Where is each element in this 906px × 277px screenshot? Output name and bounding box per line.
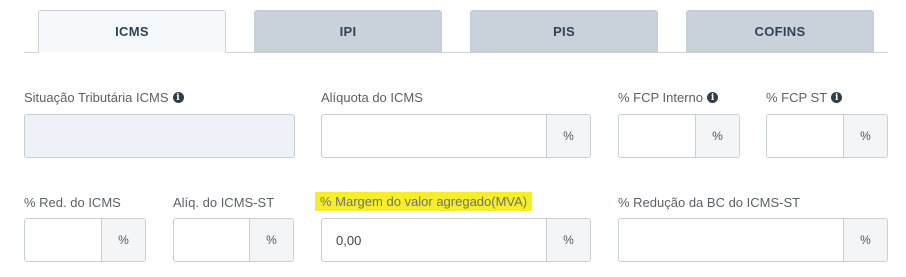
fcp-interno-field[interactable]: % — [618, 114, 740, 158]
situacao-input[interactable] — [25, 115, 294, 157]
percent-addon: % — [546, 115, 590, 157]
aliquota-label: Alíquota do ICMS — [321, 90, 423, 105]
percent-addon: % — [546, 219, 590, 261]
tab-pis[interactable]: PIS — [470, 10, 658, 52]
percent-addon: % — [101, 219, 145, 261]
reducao-bc-field[interactable]: % — [618, 218, 888, 262]
red-icms-input[interactable] — [25, 219, 101, 261]
red-icms-field[interactable]: % — [24, 218, 146, 262]
fcp-st-input[interactable] — [767, 115, 843, 157]
tab-icms[interactable]: ICMS — [38, 10, 226, 53]
aliquota-field[interactable]: % — [321, 114, 591, 158]
percent-addon: % — [695, 115, 739, 157]
tab-label: PIS — [553, 23, 575, 39]
tab-ipi[interactable]: IPI — [254, 10, 442, 52]
situacao-label: Situação Tributária ICMS i — [24, 90, 184, 105]
fcp-interno-input[interactable] — [619, 115, 695, 157]
percent-addon: % — [249, 219, 293, 261]
tab-label: COFINS — [754, 23, 806, 39]
info-icon[interactable]: i — [707, 92, 719, 103]
aliq-st-field[interactable]: % — [173, 218, 294, 262]
situacao-field[interactable] — [24, 114, 295, 158]
tab-label: ICMS — [115, 24, 149, 39]
mva-field[interactable]: % — [321, 218, 591, 262]
mva-label: % Margem do valor agregado(MVA) — [315, 192, 533, 211]
info-icon[interactable]: i — [172, 92, 184, 103]
mva-input[interactable] — [322, 219, 546, 261]
aliq-st-label: Alíq. do ICMS-ST — [173, 195, 275, 210]
percent-addon: % — [843, 115, 887, 157]
fcp-st-field[interactable]: % — [766, 114, 888, 158]
red-icms-label: % Red. do ICMS — [24, 195, 121, 210]
tab-label: IPI — [339, 23, 357, 39]
aliquota-input[interactable] — [322, 115, 546, 157]
tab-cofins[interactable]: COFINS — [686, 10, 874, 52]
reducao-bc-label: % Redução da BC do ICMS-ST — [618, 195, 801, 210]
fcp-st-label: % FCP ST i — [766, 90, 843, 105]
percent-addon: % — [843, 219, 887, 261]
info-icon[interactable]: i — [831, 92, 843, 103]
reducao-bc-input[interactable] — [619, 219, 843, 261]
aliq-st-input[interactable] — [174, 219, 249, 261]
fcp-interno-label: % FCP Interno i — [618, 90, 719, 105]
